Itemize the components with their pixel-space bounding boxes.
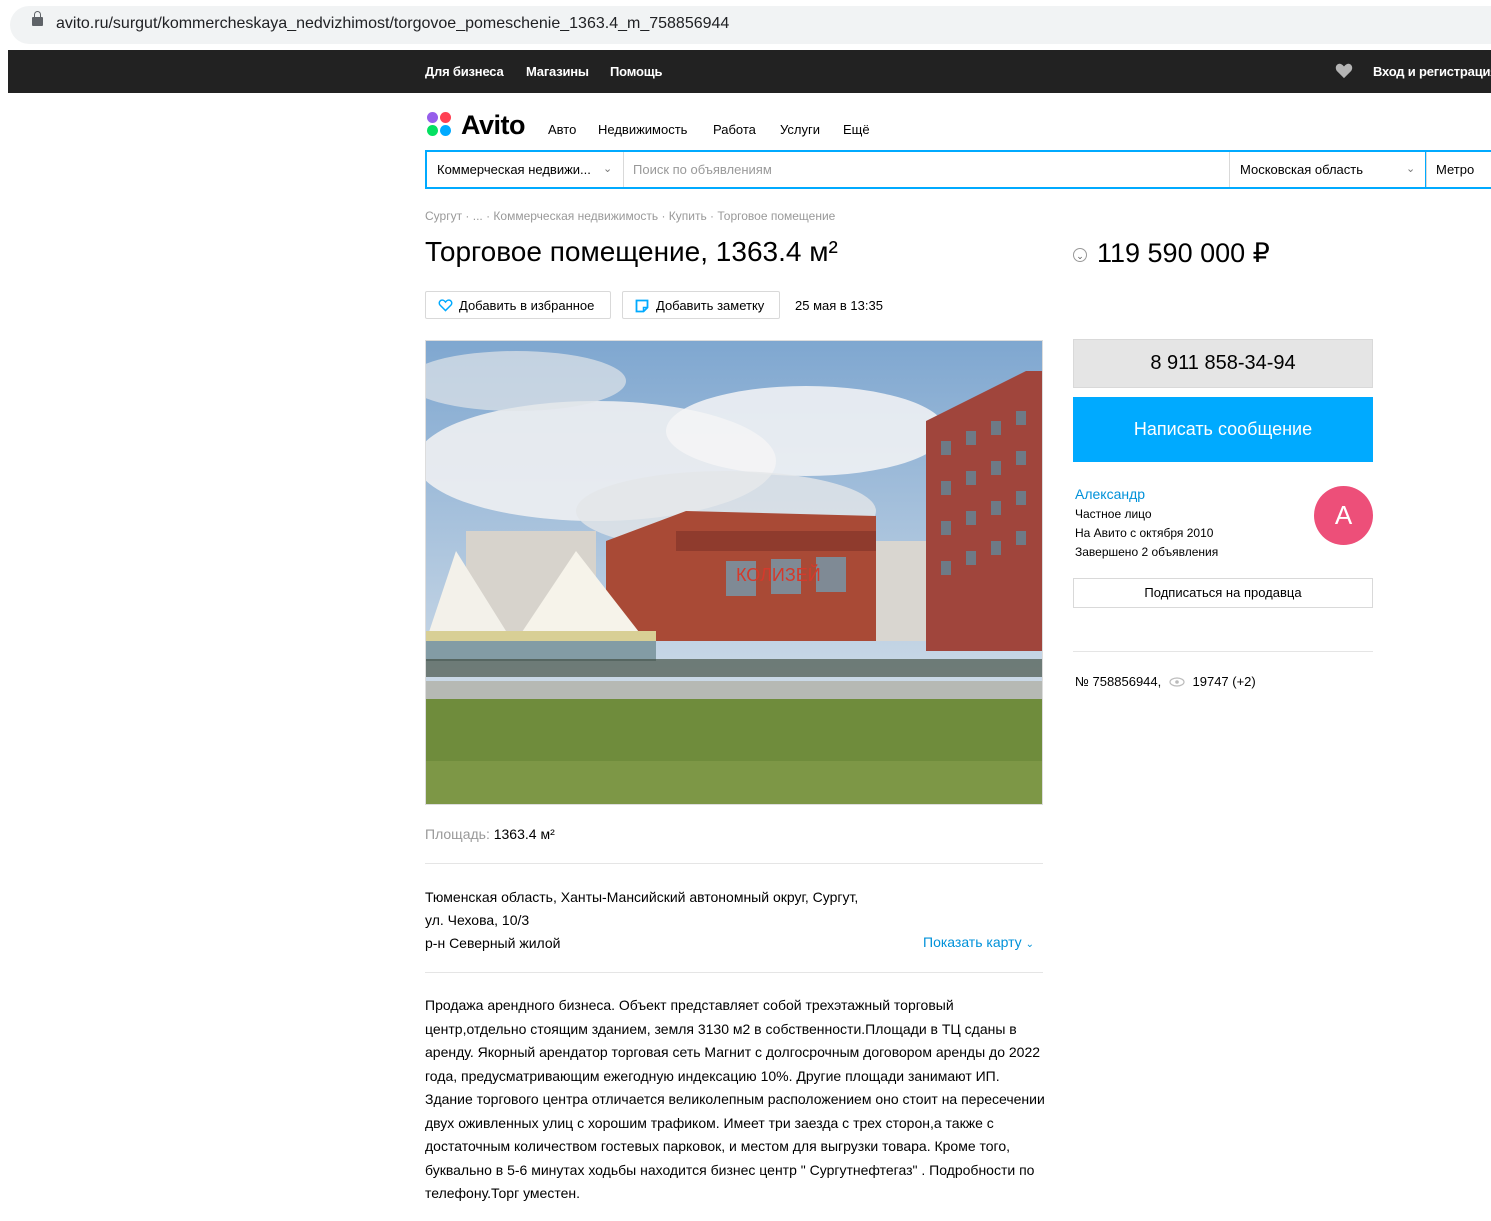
seller-name-link[interactable]: Александр — [1075, 486, 1145, 502]
listing-description: Продажа арендного бизнеса. Объект предст… — [425, 997, 1045, 1201]
address-line-2: ул. Чехова, 10/3 — [425, 912, 530, 928]
help-link[interactable]: Помощь — [610, 64, 662, 79]
seller-completed[interactable]: Завершено 2 объявления — [1075, 545, 1218, 559]
seller-since: На Авито с октября 2010 — [1075, 526, 1214, 540]
show-map-link[interactable]: Показать карту ⌄ — [923, 934, 1034, 950]
favorites-label: Добавить в избранное — [459, 298, 595, 313]
show-map-label: Показать карту — [923, 934, 1022, 950]
url-text[interactable]: avito.ru/surgut/kommercheskaya_nedvizhim… — [56, 15, 729, 33]
category-select[interactable]: Коммерческая недвижи... ⌄ — [427, 152, 624, 187]
chevron-down-icon: ⌄ — [1406, 163, 1416, 175]
metro-select[interactable]: Метро — [1425, 152, 1491, 187]
subscribe-button[interactable]: Подписаться на продавца — [1073, 578, 1373, 608]
divider — [1073, 651, 1373, 652]
nav-realty[interactable]: Недвижимость — [598, 122, 687, 137]
logo-wordmark: Avito — [461, 110, 526, 140]
note-label: Добавить заметку — [656, 298, 765, 313]
shops-link[interactable]: Магазины — [526, 64, 589, 79]
publish-date: 25 мая в 13:35 — [795, 298, 883, 313]
login-link[interactable]: Вход и регистрация — [1373, 64, 1491, 79]
address-block: Тюменская область, Ханты-Мансийский авто… — [425, 886, 858, 955]
nav-auto[interactable]: Авто — [548, 122, 576, 137]
district: р-н Северный жилой — [425, 935, 561, 951]
nav-services[interactable]: Услуги — [780, 122, 820, 137]
area-param: Площадь: 1363.4 м² — [425, 826, 555, 842]
chevron-down-icon: ⌄ — [603, 163, 613, 175]
price-dropdown-chevron-icon[interactable]: ⌄ — [1073, 248, 1087, 262]
area-value: 1363.4 м² — [493, 826, 555, 842]
top-navigation-bar: Для бизнеса Магазины Помощь Вход и регис… — [8, 50, 1491, 93]
divider — [425, 972, 1043, 973]
add-to-favorites-button[interactable]: Добавить в избранное — [425, 291, 611, 319]
note-icon — [635, 299, 649, 313]
avatar[interactable]: А — [1314, 486, 1373, 545]
write-message-button[interactable]: Написать сообщение — [1073, 397, 1373, 462]
address-line-1: Тюменская область, Ханты-Мансийский авто… — [425, 889, 859, 905]
breadcrumb[interactable]: Сургут · ... · Коммерческая недвижимость… — [425, 209, 835, 223]
building-photo-illustration: КОЛИЗЕЙ — [426, 341, 1042, 804]
nav-jobs[interactable]: Работа — [713, 122, 756, 137]
add-note-button[interactable]: Добавить заметку — [622, 291, 780, 319]
show-phone-button[interactable]: 8 911 858-34-94 — [1073, 339, 1373, 388]
business-link[interactable]: Для бизнеса — [425, 64, 504, 79]
seller-type: Частное лицо — [1075, 507, 1152, 521]
area-key: Площадь: — [425, 826, 490, 842]
region-select[interactable]: Московская область ⌄ — [1229, 152, 1427, 187]
heart-outline-icon — [438, 299, 453, 312]
search-input[interactable]: Поиск по объявлениям — [633, 162, 772, 177]
listing-id: № 758856944, — [1075, 674, 1162, 689]
lock-icon — [32, 11, 43, 26]
search-bar: Коммерческая недвижи... ⌄ Поиск по объяв… — [425, 150, 1491, 189]
views-count: 19747 (+2) — [1192, 674, 1256, 689]
metro-label: Метро — [1436, 162, 1475, 177]
building-sign: КОЛИЗЕЙ — [736, 564, 821, 585]
divider — [425, 863, 1043, 864]
favorites-heart-icon[interactable] — [1335, 63, 1353, 79]
listing-stats: № 758856944, 19747 (+2) — [1075, 674, 1256, 689]
listing-photo[interactable]: КОЛИЗЕЙ — [425, 340, 1043, 805]
browser-address-bar: avito.ru/surgut/kommercheskaya_nedvizhim… — [0, 0, 1491, 50]
price: 119 590 000 ₽ — [1097, 238, 1270, 268]
eye-icon — [1169, 677, 1185, 687]
category-value: Коммерческая недвижи... — [437, 162, 591, 177]
page-title: Торговое помещение, 1363.4 м² — [425, 236, 838, 267]
chevron-down-icon: ⌄ — [1025, 939, 1034, 950]
nav-more[interactable]: Ещё — [843, 122, 870, 137]
region-value: Московская область — [1240, 162, 1364, 177]
